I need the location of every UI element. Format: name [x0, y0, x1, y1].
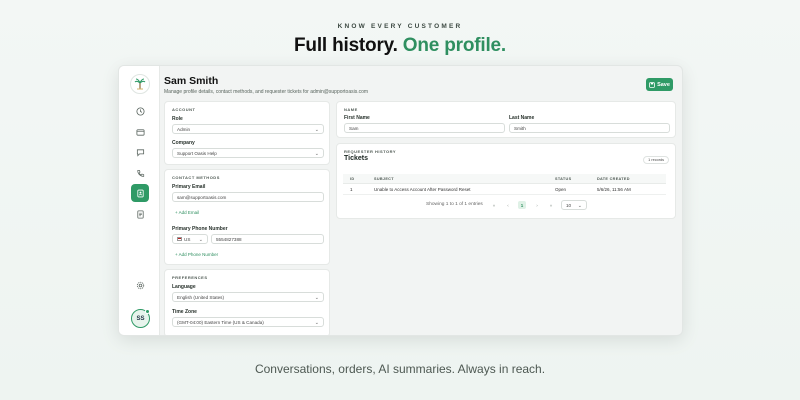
phone-icon[interactable]: [132, 166, 148, 180]
chevron-down-icon: ⌄: [314, 127, 319, 133]
preferences-section-title: PREFERENCES: [172, 275, 208, 280]
email-label: Primary Email: [172, 184, 206, 190]
timezone-value: (GMT-04:00) Eastern Time (US & Canada): [177, 319, 264, 325]
first-name-field[interactable]: Sam: [344, 123, 505, 133]
add-email-button[interactable]: + Add Email: [175, 210, 199, 215]
first-name-value: Sam: [349, 125, 359, 131]
save-icon: [649, 81, 655, 88]
clock-icon[interactable]: [132, 104, 148, 118]
contact-methods-card: CONTACT METHODS Primary Email sam@suppor…: [164, 169, 330, 265]
email-field[interactable]: sam@supportoasis.com: [172, 192, 324, 202]
avatar[interactable]: SS: [131, 309, 150, 328]
ticket-date: 5/6/26, 11:56 AM: [597, 187, 631, 192]
company-value: Support Oasis Help: [177, 150, 217, 156]
add-phone-label: Add Phone Number: [178, 252, 219, 257]
page-subtitle: Manage profile details, contact methods,…: [164, 89, 369, 95]
phone-field[interactable]: 5554827388: [211, 234, 324, 244]
chevron-down-icon: ⌄: [577, 203, 582, 209]
table-row[interactable]: 1 Unable to Access Account After Passwor…: [343, 184, 666, 195]
online-status-dot: [145, 309, 150, 314]
us-flag-icon: [177, 237, 182, 241]
prev-page-button[interactable]: ‹: [504, 201, 512, 209]
records-badge: 1 records: [643, 156, 669, 164]
contacts-icon[interactable]: [131, 184, 149, 202]
ticket-id: 1: [350, 187, 353, 192]
save-label: Save: [657, 81, 670, 88]
pagination-summary: Showing 1 to 1 of 1 entries: [426, 202, 483, 207]
last-name-field[interactable]: Smith: [509, 123, 670, 133]
timezone-select[interactable]: (GMT-04:00) Eastern Time (US & Canada) ⌄: [172, 317, 324, 327]
chevron-down-icon: ⌄: [314, 151, 319, 157]
last-name-value: Smith: [514, 125, 526, 131]
role-select[interactable]: Admin ⌄: [172, 124, 324, 134]
role-value: Admin: [177, 126, 191, 132]
requester-history-title: REQUESTER HISTORY: [344, 149, 397, 154]
app-window: SS Sam Smith Manage profile details, con…: [118, 65, 683, 336]
language-label: Language: [172, 284, 196, 290]
ticket-subject: Unable to Access Account After Password …: [374, 187, 471, 192]
column-header-status[interactable]: STATUS: [555, 177, 571, 181]
first-page-button[interactable]: «: [490, 201, 498, 209]
contact-section-title: CONTACT METHODS: [172, 175, 220, 180]
tickets-title: Tickets: [344, 155, 368, 162]
column-header-subject[interactable]: SUBJECT: [374, 177, 394, 181]
page-title: Sam Smith: [164, 75, 219, 87]
next-page-button[interactable]: ›: [533, 201, 541, 209]
last-page-button[interactable]: »: [547, 201, 555, 209]
add-email-label: Add Email: [178, 210, 200, 215]
footer-tagline: Conversations, orders, AI summaries. Alw…: [254, 362, 546, 376]
preferences-card: PREFERENCES Language English (United Sta…: [164, 269, 330, 335]
headline-main: Full history.: [294, 35, 398, 56]
ticket-icon[interactable]: [132, 125, 148, 139]
name-card: NAME First Name Sam Last Name Smith: [336, 101, 676, 138]
timezone-label: Time Zone: [172, 309, 197, 315]
phone-value: 5554827388: [216, 236, 242, 242]
avatar-initials: SS: [136, 315, 145, 322]
country-value: US: [184, 236, 191, 242]
chevron-down-icon: ⌄: [314, 295, 319, 301]
phone-label: Primary Phone Number: [172, 226, 228, 232]
column-header-date[interactable]: DATE CREATED: [597, 177, 630, 181]
chevron-down-icon: ⌄: [314, 320, 319, 326]
language-select[interactable]: English (United States) ⌄: [172, 292, 324, 302]
headline-accent: One profile.: [402, 35, 506, 56]
email-value: sam@supportoasis.com: [177, 194, 227, 200]
page-size-select[interactable]: 10 ⌄: [561, 200, 587, 210]
document-icon[interactable]: [132, 207, 148, 221]
page-size-value: 10: [566, 202, 572, 208]
chevron-down-icon: ⌄: [198, 237, 203, 243]
eyebrow-text: KNOW EVERY CUSTOMER: [337, 23, 463, 30]
tickets-card: REQUESTER HISTORY Tickets 1 records ID S…: [336, 143, 676, 219]
save-button[interactable]: Save: [646, 78, 673, 91]
headline: Full history. One profile.: [0, 35, 800, 57]
first-name-label: First Name: [344, 115, 370, 121]
language-value: English (United States): [177, 294, 224, 300]
column-header-id[interactable]: ID: [350, 177, 354, 181]
company-label: Company: [172, 140, 195, 146]
table-header: ID SUBJECT STATUS DATE CREATED: [343, 174, 666, 184]
name-section-title: NAME: [344, 107, 358, 112]
account-section-title: ACCOUNT: [172, 107, 196, 112]
last-name-label: Last Name: [509, 115, 535, 121]
ticket-status: Open: [555, 187, 567, 192]
add-phone-button[interactable]: + Add Phone Number: [175, 252, 218, 257]
page-1-button[interactable]: 1: [518, 201, 526, 209]
sidebar-rail: SS: [119, 66, 160, 335]
country-select[interactable]: US ⌄: [172, 234, 208, 244]
account-card: ACCOUNT Role Admin ⌄ Company Support Oas…: [164, 101, 330, 165]
chat-icon[interactable]: [132, 145, 148, 159]
company-select[interactable]: Support Oasis Help ⌄: [172, 148, 324, 158]
settings-icon[interactable]: [132, 278, 148, 292]
role-label: Role: [172, 116, 183, 122]
app-logo[interactable]: [130, 74, 150, 94]
palm-logo-icon: [134, 78, 146, 90]
